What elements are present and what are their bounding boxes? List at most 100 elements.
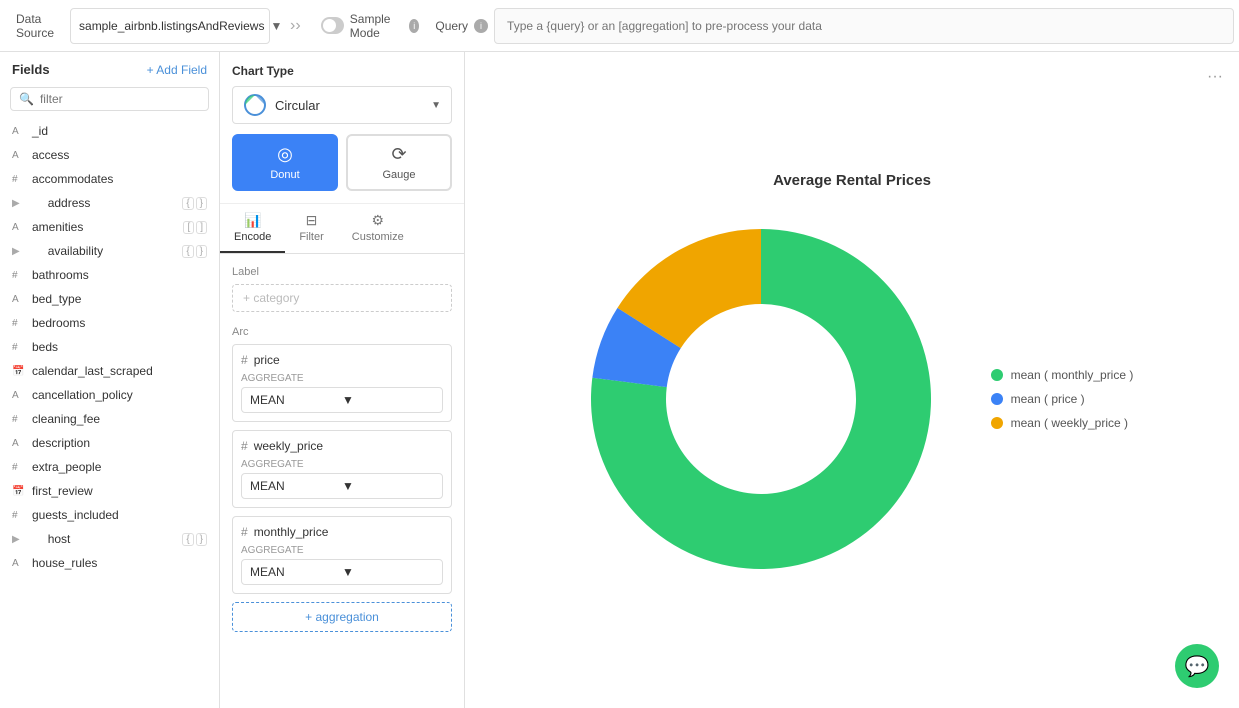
gauge-option[interactable]: ⟳ Gauge bbox=[346, 134, 452, 191]
tab-customize[interactable]: ⚙ Customize bbox=[338, 204, 418, 253]
legend-label: mean ( monthly_price ) bbox=[1011, 368, 1134, 382]
query-input[interactable] bbox=[494, 8, 1234, 44]
field-item[interactable]: # cleaning_fee bbox=[0, 407, 219, 431]
sample-mode-switch[interactable] bbox=[321, 17, 344, 34]
chart-type-name: Circular bbox=[275, 98, 423, 113]
field-item[interactable]: A house_rules bbox=[0, 551, 219, 575]
field-badges: {} bbox=[182, 197, 207, 210]
search-icon: 🔍 bbox=[19, 92, 34, 106]
arc-field-weekly-price-header: # weekly_price bbox=[241, 439, 443, 453]
arc-field-monthly-price: # monthly_price AGGREGATE MEAN ▼ bbox=[232, 516, 452, 594]
legend-dot bbox=[991, 393, 1003, 405]
price-aggregate-select[interactable]: MEAN ▼ bbox=[241, 387, 443, 413]
arc-field-weekly-price: # weekly_price AGGREGATE MEAN ▼ bbox=[232, 430, 452, 508]
field-name: guests_included bbox=[32, 508, 207, 522]
chart-wrap: mean ( monthly_price ) mean ( price ) me… bbox=[571, 209, 1134, 589]
customize-label: Customize bbox=[352, 231, 404, 243]
field-name: description bbox=[32, 436, 207, 450]
monthly-agg-chevron: ▼ bbox=[342, 565, 434, 579]
field-item[interactable]: # bedrooms bbox=[0, 311, 219, 335]
chart-type-dropdown[interactable]: Circular ▼ bbox=[232, 86, 452, 124]
field-name: bed_type bbox=[32, 292, 207, 306]
hash-icon-price: # bbox=[241, 353, 248, 367]
field-item[interactable]: A amenities [] bbox=[0, 215, 219, 239]
price-field-name: price bbox=[254, 353, 280, 367]
field-item[interactable]: 📅 first_review bbox=[0, 479, 219, 503]
field-name: cancellation_policy bbox=[32, 388, 207, 402]
field-item[interactable]: ▶ availability {} bbox=[0, 239, 219, 263]
monthly-price-aggregate-select[interactable]: MEAN ▼ bbox=[241, 559, 443, 585]
sidebar: Fields + Add Field 🔍 A _id A access # ac… bbox=[0, 52, 220, 708]
field-item[interactable]: # extra_people bbox=[0, 455, 219, 479]
field-item[interactable]: A _id bbox=[0, 119, 219, 143]
field-item[interactable]: A description bbox=[0, 431, 219, 455]
field-name: cleaning_fee bbox=[32, 412, 207, 426]
top-bar: Data Source sample_airbnb.listingsAndRev… bbox=[0, 0, 1239, 52]
search-box: 🔍 bbox=[0, 87, 219, 119]
filter-icon: ⊟ bbox=[306, 212, 318, 229]
donut-option[interactable]: ◎ Donut bbox=[232, 134, 338, 191]
field-type-icon: A bbox=[12, 222, 26, 233]
field-name: host bbox=[48, 532, 177, 546]
add-field-button[interactable]: + Add Field bbox=[147, 63, 207, 77]
sample-mode-info-icon[interactable]: i bbox=[409, 19, 419, 33]
center-panel: Chart Type Circular ▼ ◎ Donut ⟳ Gauge bbox=[220, 52, 465, 708]
field-item[interactable]: # beds bbox=[0, 335, 219, 359]
field-type-icon: # bbox=[12, 414, 26, 425]
field-item[interactable]: A cancellation_policy bbox=[0, 383, 219, 407]
search-input[interactable] bbox=[40, 92, 200, 106]
tab-encode[interactable]: 📊 Encode bbox=[220, 204, 285, 253]
arc-section-title: Arc bbox=[232, 326, 452, 338]
field-type-icon: # bbox=[12, 270, 26, 281]
query-info-icon[interactable]: i bbox=[474, 19, 488, 33]
field-type-icon: 📅 bbox=[12, 366, 26, 377]
chart-type-title: Chart Type bbox=[232, 64, 452, 78]
circular-chart-icon bbox=[243, 93, 267, 117]
chart-options: ◎ Donut ⟳ Gauge bbox=[232, 134, 452, 191]
field-name: availability bbox=[48, 244, 177, 258]
datasource-dropdown[interactable]: sample_airbnb.listingsAndReviews ▼ bbox=[70, 8, 270, 44]
hash-icon-monthly: # bbox=[241, 525, 248, 539]
field-type-icon: A bbox=[12, 438, 26, 449]
sidebar-title: Fields bbox=[12, 62, 50, 77]
filter-label: Filter bbox=[299, 231, 323, 243]
chevron-down-icon: ▼ bbox=[270, 19, 282, 33]
label-section: Label category bbox=[232, 266, 452, 312]
add-aggregation-button[interactable]: + aggregation bbox=[232, 602, 452, 632]
field-name: access bbox=[32, 148, 207, 162]
field-type-icon: A bbox=[12, 558, 26, 569]
field-item[interactable]: # guests_included bbox=[0, 503, 219, 527]
tab-filter[interactable]: ⊟ Filter bbox=[285, 204, 337, 253]
donut-svg bbox=[571, 209, 951, 589]
main-layout: Fields + Add Field 🔍 A _id A access # ac… bbox=[0, 52, 1239, 708]
search-input-wrap: 🔍 bbox=[10, 87, 209, 111]
field-badges: {} bbox=[182, 533, 207, 546]
chart-more-button[interactable]: ··· bbox=[1207, 68, 1223, 86]
field-item[interactable]: ▶ address {} bbox=[0, 191, 219, 215]
weekly-agg-chevron: ▼ bbox=[342, 479, 434, 493]
field-type-icon: A bbox=[12, 150, 26, 161]
arc-field-price-header: # price bbox=[241, 353, 443, 367]
query-label: Query bbox=[435, 19, 468, 33]
field-item[interactable]: A access bbox=[0, 143, 219, 167]
legend-dot bbox=[991, 417, 1003, 429]
arrow-separator: ›› bbox=[290, 17, 301, 35]
field-item[interactable]: A bed_type bbox=[0, 287, 219, 311]
field-name: amenities bbox=[32, 220, 177, 234]
weekly-price-aggregate-select[interactable]: MEAN ▼ bbox=[241, 473, 443, 499]
encode-icon: 📊 bbox=[244, 212, 261, 229]
sidebar-header: Fields + Add Field bbox=[0, 52, 219, 87]
sample-mode-label: Sample Mode bbox=[350, 12, 403, 40]
field-item[interactable]: # accommodates bbox=[0, 167, 219, 191]
field-item[interactable]: # bathrooms bbox=[0, 263, 219, 287]
field-type-icon: A bbox=[12, 294, 26, 305]
field-type-icon: # bbox=[12, 342, 26, 353]
field-item[interactable]: 📅 calendar_last_scraped bbox=[0, 359, 219, 383]
legend-label: mean ( weekly_price ) bbox=[1011, 416, 1128, 430]
label-placeholder[interactable]: category bbox=[232, 284, 452, 312]
field-item[interactable]: ▶ host {} bbox=[0, 527, 219, 551]
field-name: address bbox=[48, 196, 177, 210]
arc-section: Arc # price AGGREGATE MEAN ▼ bbox=[232, 326, 452, 632]
field-name: _id bbox=[32, 124, 207, 138]
chat-fab-button[interactable]: 💬 bbox=[1175, 644, 1219, 688]
